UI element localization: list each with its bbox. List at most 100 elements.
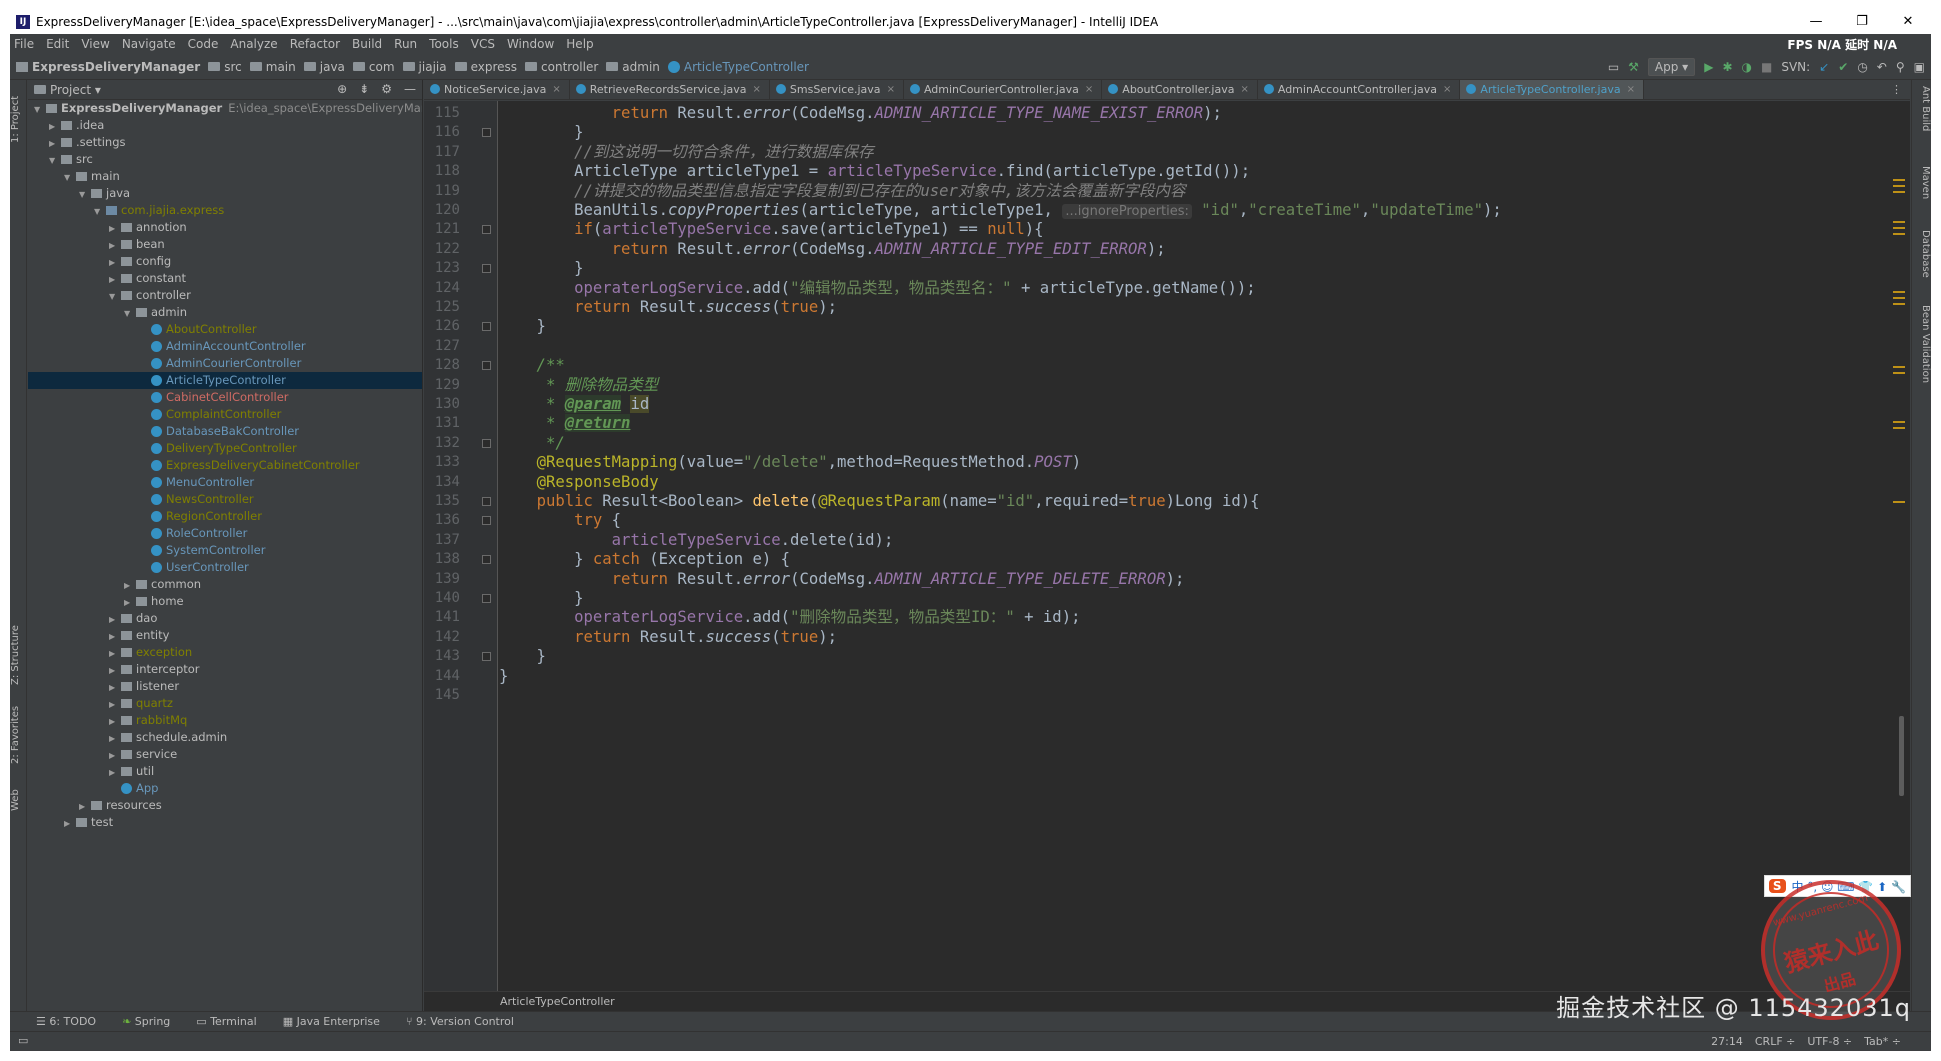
tree-node[interactable]: ▶ common bbox=[28, 576, 422, 593]
tree-node[interactable]: ▶ service bbox=[28, 746, 422, 763]
menu-view[interactable]: View bbox=[81, 37, 109, 51]
editor-tab[interactable]: RetrieveRecordsService.java × bbox=[570, 80, 770, 99]
collapsed-arrow-icon[interactable]: ▶ bbox=[124, 577, 136, 594]
close-button[interactable]: ✕ bbox=[1885, 10, 1931, 34]
java-enterprise-tool-tab[interactable]: ▦ Java Enterprise bbox=[283, 1015, 380, 1028]
scroll-from-source-icon[interactable]: ⊕ bbox=[337, 82, 347, 96]
svn-commit-icon[interactable]: ✔ bbox=[1838, 60, 1848, 74]
collapsed-arrow-icon[interactable]: ▶ bbox=[109, 611, 121, 628]
structure-tool-tab[interactable]: Z: Structure bbox=[10, 620, 27, 690]
menu-help[interactable]: Help bbox=[566, 37, 593, 51]
editor-scrollbar[interactable] bbox=[1888, 101, 1910, 991]
tree-node[interactable]: ▶ interceptor bbox=[28, 661, 422, 678]
line-separator[interactable]: CRLF ÷ bbox=[1755, 1035, 1796, 1048]
stop-icon[interactable]: ■ bbox=[1761, 60, 1772, 74]
file-encoding[interactable]: UTF-8 ÷ bbox=[1807, 1035, 1852, 1048]
collapsed-arrow-icon[interactable]: ▶ bbox=[64, 815, 76, 832]
crumb-main[interactable]: main bbox=[249, 60, 296, 74]
close-tab-icon[interactable]: × bbox=[552, 84, 560, 95]
coverage-icon[interactable]: ◑ bbox=[1742, 60, 1752, 74]
indent-setting[interactable]: Tab* ÷ bbox=[1864, 1035, 1901, 1048]
favorites-tool-tab[interactable]: 2: Favorites bbox=[10, 700, 27, 770]
search-icon[interactable]: ⚲ bbox=[1896, 60, 1905, 74]
spring-tool-tab[interactable]: ❧ Spring bbox=[122, 1015, 170, 1028]
code-line[interactable]: public Result<Boolean> delete(@RequestPa… bbox=[499, 492, 1260, 511]
menu-tools[interactable]: Tools bbox=[429, 37, 459, 51]
fold-marker-icon[interactable] bbox=[482, 225, 491, 235]
fold-marker-icon[interactable] bbox=[482, 322, 491, 332]
collapsed-arrow-icon[interactable]: ▶ bbox=[109, 764, 121, 781]
expanded-arrow-icon[interactable]: ▼ bbox=[34, 101, 46, 118]
tree-node[interactable]: ▶ entity bbox=[28, 627, 422, 644]
collapsed-arrow-icon[interactable]: ▶ bbox=[109, 628, 121, 645]
crumb-class[interactable]: ArticleTypeController bbox=[667, 60, 809, 74]
tree-node[interactable]: ArticleTypeController bbox=[28, 372, 422, 389]
code-line[interactable]: } bbox=[499, 259, 583, 278]
menu-edit[interactable]: Edit bbox=[46, 37, 69, 51]
code-line[interactable]: ArticleType articleType1 = articleTypeSe… bbox=[499, 162, 1250, 181]
crumb-src[interactable]: src bbox=[208, 60, 242, 74]
close-tab-icon[interactable]: × bbox=[1443, 84, 1451, 95]
close-tab-icon[interactable]: × bbox=[1627, 84, 1635, 95]
code-line[interactable]: /** bbox=[499, 356, 565, 375]
fold-marker-icon[interactable] bbox=[482, 128, 491, 138]
tree-node[interactable]: ▶ resources bbox=[28, 797, 422, 814]
menu-code[interactable]: Code bbox=[188, 37, 219, 51]
editor-tab[interactable]: NoticeService.java × bbox=[424, 80, 570, 99]
editor-tab[interactable]: SmsService.java × bbox=[770, 80, 904, 99]
tree-node[interactable]: ▶ test bbox=[28, 814, 422, 831]
tree-node[interactable]: RegionController bbox=[28, 508, 422, 525]
settings-gear-icon[interactable]: ⚙ bbox=[381, 82, 392, 96]
run-icon[interactable]: ▶ bbox=[1704, 60, 1713, 74]
expanded-arrow-icon[interactable]: ▼ bbox=[79, 186, 91, 203]
tree-node[interactable]: AdminAccountController bbox=[28, 338, 422, 355]
tree-node[interactable]: CabinetCellController bbox=[28, 389, 422, 406]
menu-refactor[interactable]: Refactor bbox=[290, 37, 340, 51]
collapsed-arrow-icon[interactable]: ▶ bbox=[109, 271, 121, 288]
tree-node[interactable]: ▼ main bbox=[28, 168, 422, 185]
code-line[interactable]: * @return bbox=[499, 414, 631, 433]
tree-node[interactable]: ▶ dao bbox=[28, 610, 422, 627]
collapsed-arrow-icon[interactable]: ▶ bbox=[49, 135, 61, 152]
collapsed-arrow-icon[interactable]: ▶ bbox=[109, 237, 121, 254]
tree-node[interactable]: RoleController bbox=[28, 525, 422, 542]
collapsed-arrow-icon[interactable]: ▶ bbox=[109, 254, 121, 271]
tree-node[interactable]: ▶ config bbox=[28, 253, 422, 270]
terminal-tool-tab[interactable]: ▭ Terminal bbox=[196, 1015, 256, 1028]
code-line[interactable]: try { bbox=[499, 511, 621, 530]
close-tab-icon[interactable]: × bbox=[887, 84, 895, 95]
tab-overflow-icon[interactable]: ⋮ bbox=[1885, 80, 1910, 99]
code-line[interactable]: return Result.success(true); bbox=[499, 628, 837, 647]
collapsed-arrow-icon[interactable]: ▶ bbox=[109, 713, 121, 730]
code-area[interactable]: return Result.error(CodeMsg.ADMIN_ARTICL… bbox=[499, 101, 1888, 1011]
menu-file[interactable]: File bbox=[14, 37, 34, 51]
run-config-select[interactable]: App ▾ bbox=[1647, 58, 1696, 76]
code-line[interactable]: * @param id bbox=[499, 395, 650, 414]
ant-build-tool-tab[interactable]: Ant Build bbox=[1914, 86, 1931, 156]
tree-node[interactable]: ▶ annotion bbox=[28, 219, 422, 236]
code-line[interactable]: } bbox=[499, 123, 583, 142]
structure-icon[interactable]: ▣ bbox=[1914, 60, 1925, 74]
tree-node[interactable]: NewsController bbox=[28, 491, 422, 508]
tree-node[interactable]: DatabaseBakController bbox=[28, 423, 422, 440]
editor-tab[interactable]: AboutController.java × bbox=[1102, 80, 1258, 99]
code-line[interactable]: * 删除物品类型 bbox=[499, 376, 658, 395]
code-line[interactable]: } bbox=[499, 667, 508, 686]
collapsed-arrow-icon[interactable]: ▶ bbox=[109, 696, 121, 713]
collapsed-arrow-icon[interactable]: ▶ bbox=[79, 798, 91, 815]
code-line[interactable]: operaterLogService.add("编辑物品类型，物品类型名：" +… bbox=[499, 279, 1256, 298]
expanded-arrow-icon[interactable]: ▼ bbox=[64, 169, 76, 186]
tree-node[interactable]: ▼ com.jiajia.express bbox=[28, 202, 422, 219]
collapsed-arrow-icon[interactable]: ▶ bbox=[49, 118, 61, 135]
web-tool-tab[interactable]: Web bbox=[10, 780, 27, 820]
tree-node[interactable]: AboutController bbox=[28, 321, 422, 338]
tree-node[interactable]: SystemController bbox=[28, 542, 422, 559]
tree-node[interactable]: ▶ .idea bbox=[28, 117, 422, 134]
code-line[interactable]: @RequestMapping(value="/delete",method=R… bbox=[499, 453, 1082, 472]
code-line[interactable]: return Result.success(true); bbox=[499, 298, 837, 317]
minimize-button[interactable]: — bbox=[1793, 10, 1839, 34]
fold-marker-icon[interactable] bbox=[482, 264, 491, 274]
fold-marker-icon[interactable] bbox=[482, 361, 491, 371]
tree-node[interactable]: ▶ bean bbox=[28, 236, 422, 253]
code-line[interactable]: } bbox=[499, 589, 583, 608]
